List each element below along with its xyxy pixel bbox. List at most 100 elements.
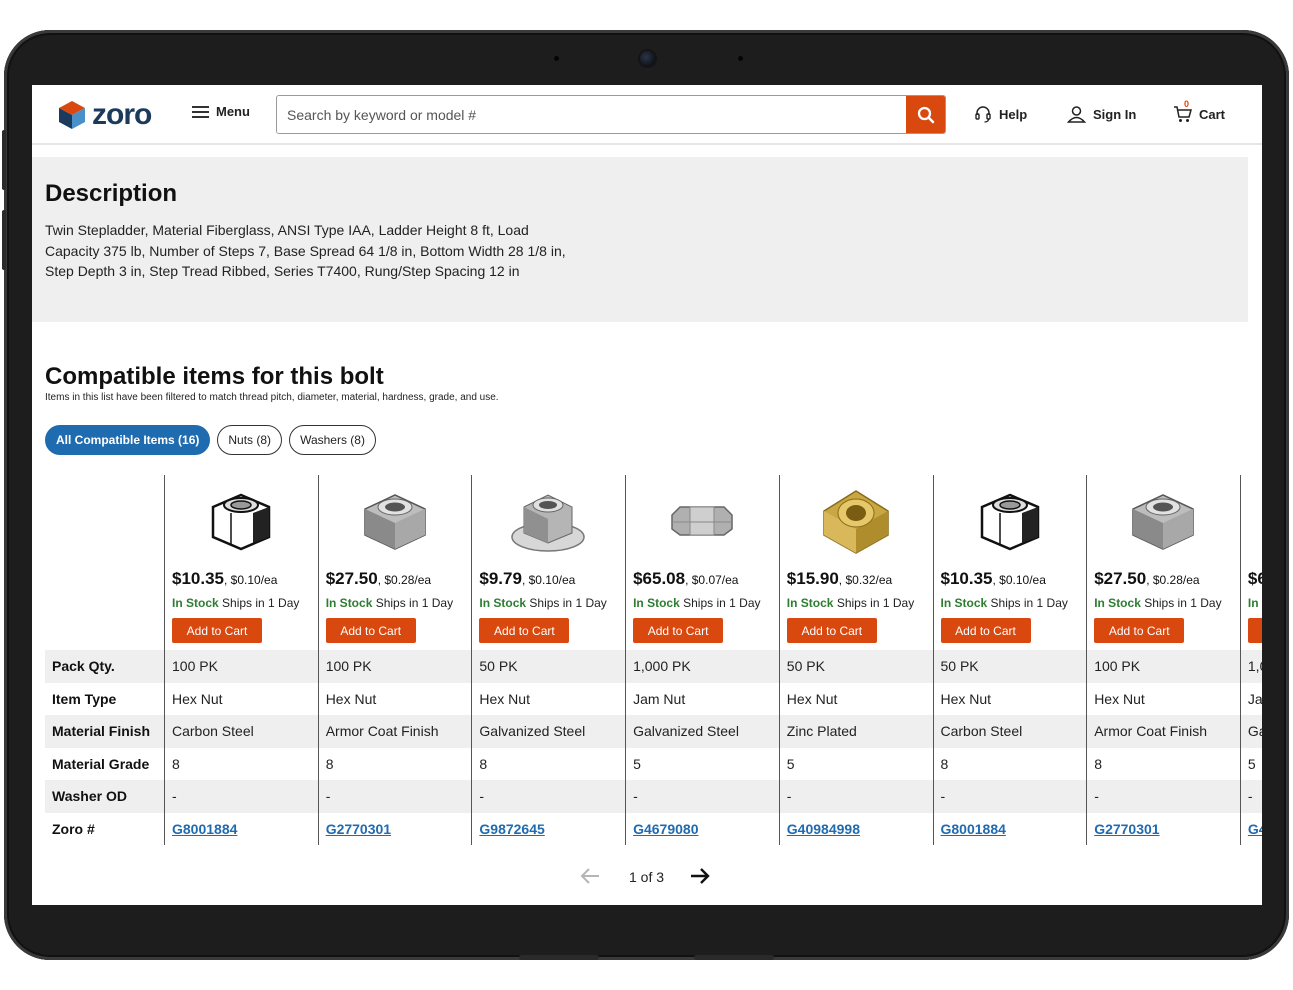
cell-material-finish: Galvanized Steel [633, 723, 739, 739]
cell-item-type: Hex Nut [325, 690, 377, 707]
jam-nut-icon [671, 506, 733, 536]
product-image[interactable] [345, 485, 445, 557]
product-image[interactable] [806, 485, 906, 557]
cell-zoro-number[interactable]: G8001884 [941, 813, 1006, 846]
menu-button[interactable]: Menu [192, 104, 250, 119]
stock-status: In Stock Ships in 1 Day [326, 596, 453, 610]
cell-pack-qty: 100 PK [172, 658, 218, 674]
ships-label: Ships in 1 Day [679, 596, 761, 610]
unit-price: , $0.07/ea [685, 573, 739, 587]
cell-material-grade: 8 [325, 755, 334, 772]
product-image[interactable] [498, 485, 598, 557]
unit-price: , $0.28/ea [377, 573, 432, 587]
add-to-cart-button[interactable]: Add to Cart [172, 618, 262, 643]
hex-nut-outline-icon [980, 493, 1039, 551]
search-input[interactable] [277, 96, 906, 133]
tablet-side-button [2, 210, 6, 270]
product-image[interactable] [960, 485, 1060, 557]
hex-nut-chrome-icon [1132, 494, 1194, 550]
pagination: 1 of 3 [580, 865, 720, 889]
cell-material-finish: Zinc Plated [786, 723, 857, 739]
price-line: $10.35, $0.10/ea [172, 569, 277, 589]
in-stock-label: In Stock [479, 596, 527, 610]
row-label-material-grade: Material Grade [52, 755, 150, 772]
product-image[interactable] [1113, 485, 1213, 557]
product-column: $27.50, $0.28/ea In Stock Ships in 1 Day A… [1087, 475, 1241, 845]
cell-material-grade: 8 [479, 755, 488, 772]
unit-price: , $0.28/ea [1146, 573, 1200, 587]
description-body: Twin Stepladder, Material Fiberglass, AN… [45, 222, 566, 279]
stock-status: In [1248, 596, 1259, 610]
cell-pack-qty: 50 PK [786, 658, 825, 674]
filter-washers[interactable]: Washers (8) [289, 425, 376, 455]
cell-zoro-number[interactable]: G4 [1248, 813, 1262, 846]
cell-material-grade: 8 [172, 755, 180, 772]
add-to-cart-button[interactable]: Add to Cart [325, 618, 416, 643]
cell-material-grade: 8 [940, 755, 949, 772]
product-column: $65.08, $0.07/ea In Stock Ships in 1 Day A… [626, 475, 780, 845]
compatible-items-title: Compatible items for this bolt [45, 363, 384, 390]
search-icon [917, 106, 934, 123]
compatible-items-subtitle: Items in this list have been filtered to… [45, 392, 499, 403]
camera-lens [640, 51, 655, 66]
cell-pack-qty: 100 PK [325, 658, 372, 674]
add-to-cart-button[interactable]: Add to Cart [479, 618, 570, 643]
cell-washer-od: - [1247, 788, 1253, 804]
product-image[interactable] [652, 485, 752, 557]
cell-zoro-number[interactable]: G4679080 [633, 813, 698, 846]
add-to-cart-button[interactable]: Add to Cart [940, 618, 1031, 643]
cell-pack-qty: 100 PK [1094, 658, 1141, 674]
cell-material-grade: 5 [1247, 755, 1256, 772]
stock-status: In Stock Ships in 1 Day [479, 596, 606, 610]
price-line: $27.50, $0.28/ea [1094, 569, 1199, 589]
cell-zoro-number[interactable]: G9872645 [479, 813, 544, 846]
cart-link[interactable]: 0 Cart [1173, 99, 1225, 123]
cart-icon-wrap: 0 [1173, 99, 1192, 123]
add-to-cart-button[interactable]: Add to Cart [786, 618, 877, 643]
add-to-cart-button[interactable]: Add to Cart [1247, 618, 1262, 643]
help-label: Help [999, 106, 1028, 122]
cell-item-type: Hex Nut [479, 690, 530, 707]
cell-zoro-number[interactable]: G2770301 [326, 813, 391, 846]
cell-material-finish: Carbon Steel [940, 723, 1023, 739]
stock-status: In Stock Ships in 1 Day [941, 596, 1068, 610]
row-label-washer-od: Washer OD [52, 788, 127, 804]
cell-pack-qty: 50 PK [479, 658, 518, 674]
add-to-cart-button[interactable]: Add to Cart [1094, 618, 1185, 643]
comparison-table: Pack Qty. Item Type Material Finish Mate… [45, 475, 1262, 845]
help-link[interactable]: Help [974, 105, 1027, 123]
cell-zoro-number[interactable]: G40984998 [787, 813, 860, 846]
filter-pills: All Compatible Items (16) Nuts (8) Washe… [45, 425, 376, 455]
product-column: $9.79, $0.10/ea In Stock Ships in 1 Day Ad… [472, 475, 626, 845]
stock-status: In Stock Ships in 1 Day [172, 596, 299, 610]
search-button[interactable] [906, 96, 945, 133]
flange-nut-icon [511, 494, 586, 552]
cell-material-grade: 5 [633, 755, 641, 772]
headset-icon [975, 106, 991, 123]
row-label-zoro-number: Zoro # [52, 820, 95, 837]
product-price: $27.50 [325, 569, 378, 588]
in-stock-label: In Stock [633, 596, 680, 610]
previous-page-arrow-icon[interactable] [580, 867, 600, 885]
search-bar [276, 95, 946, 134]
sign-in-label: Sign In [1093, 106, 1137, 122]
price-line: $10.35, $0.10/ea [941, 569, 1046, 589]
ships-label: Ships in 1 Day [372, 596, 454, 610]
add-to-cart-button[interactable]: Add to Cart [633, 618, 724, 643]
sensor-dot [554, 56, 559, 61]
cell-zoro-number[interactable]: G2770301 [1094, 813, 1159, 846]
filter-all-compatible[interactable]: All Compatible Items (16) [45, 425, 211, 455]
site-header: zoro Menu Help [32, 85, 1262, 145]
product-image[interactable] [191, 485, 291, 557]
in-stock-label: In [1247, 596, 1259, 610]
product-price: $10.35 [172, 569, 224, 588]
cell-zoro-number[interactable]: G8001884 [172, 813, 237, 846]
zoro-logo[interactable]: zoro [58, 98, 152, 131]
next-page-arrow-icon[interactable] [690, 867, 710, 885]
product-price: $9.79 [479, 569, 522, 588]
cell-item-type: Hex Nut [786, 690, 838, 707]
filter-nuts[interactable]: Nuts (8) [217, 425, 283, 455]
sign-in-link[interactable]: Sign In [1067, 105, 1136, 123]
unit-price: , $0.10/ea [992, 573, 1046, 587]
in-stock-label: In Stock [786, 596, 834, 610]
